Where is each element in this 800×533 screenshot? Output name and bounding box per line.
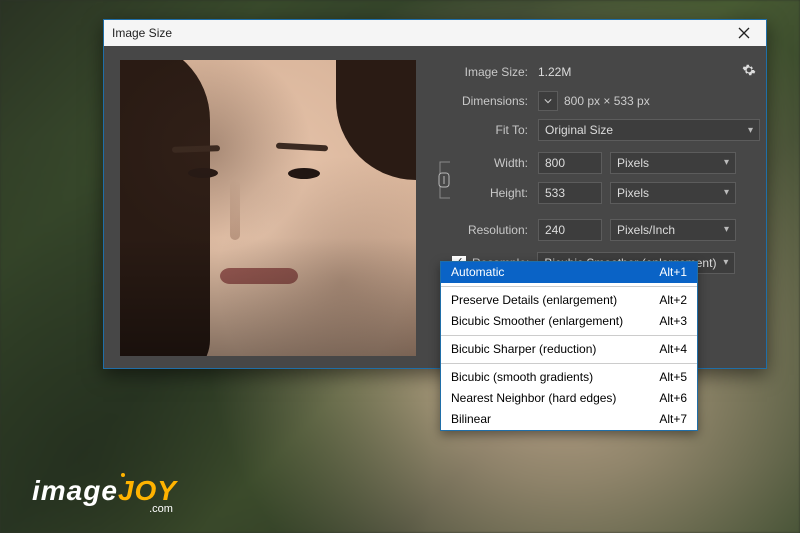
width-unit-select[interactable]: Pixels▾ <box>610 152 736 174</box>
resolution-input[interactable]: 240 <box>538 219 602 241</box>
image-preview <box>120 60 416 356</box>
watermark-logo: imageJOY .com <box>32 475 177 515</box>
dimensions-expand-button[interactable] <box>538 91 558 111</box>
option-label: Bicubic (smooth gradients) <box>451 370 593 385</box>
resample-option[interactable]: Preserve Details (enlargement) Alt+2 <box>441 290 697 311</box>
option-label: Preserve Details (enlargement) <box>451 293 617 308</box>
chevron-down-icon: ▾ <box>748 125 753 136</box>
resolution-unit-select[interactable]: Pixels/Inch▾ <box>610 219 736 241</box>
resample-option[interactable]: Bicubic Sharper (reduction) Alt+4 <box>441 339 697 360</box>
image-size-label: Image Size: <box>430 65 538 79</box>
option-shortcut: Alt+1 <box>659 265 687 280</box>
height-unit-select[interactable]: Pixels▾ <box>610 182 736 204</box>
option-label: Bilinear <box>451 412 491 427</box>
option-shortcut: Alt+2 <box>659 293 687 308</box>
gear-icon[interactable] <box>742 63 760 80</box>
chevron-down-icon: ▾ <box>723 257 728 268</box>
chevron-down-icon: ▾ <box>724 224 729 235</box>
dialog-titlebar[interactable]: Image Size <box>104 20 766 46</box>
option-shortcut: Alt+5 <box>659 370 687 385</box>
dimensions-value: 800 px × 533 px <box>564 94 650 108</box>
dropdown-separator <box>441 363 697 364</box>
option-label: Automatic <box>451 265 504 280</box>
close-icon[interactable] <box>730 22 758 44</box>
resample-dropdown: Automatic Alt+1 Preserve Details (enlargem… <box>440 261 698 431</box>
dropdown-separator <box>441 335 697 336</box>
option-label: Bicubic Sharper (reduction) <box>451 342 596 357</box>
resample-option[interactable]: Nearest Neighbor (hard edges) Alt+6 <box>441 388 697 409</box>
fit-to-label: Fit To: <box>430 123 538 137</box>
resample-option[interactable]: Bicubic Smoother (enlargement) Alt+3 <box>441 311 697 332</box>
option-shortcut: Alt+7 <box>659 412 687 427</box>
height-input[interactable]: 533 <box>538 182 602 204</box>
height-label: Height: <box>458 186 538 200</box>
constrain-link-icon[interactable] <box>430 152 458 208</box>
chevron-down-icon: ▾ <box>724 157 729 168</box>
resample-option[interactable]: Bicubic (smooth gradients) Alt+5 <box>441 367 697 388</box>
resample-option[interactable]: Bilinear Alt+7 <box>441 409 697 430</box>
dropdown-separator <box>441 286 697 287</box>
option-shortcut: Alt+6 <box>659 391 687 406</box>
width-input[interactable]: 800 <box>538 152 602 174</box>
option-label: Bicubic Smoother (enlargement) <box>451 314 623 329</box>
fit-to-value: Original Size <box>545 123 613 137</box>
option-label: Nearest Neighbor (hard edges) <box>451 391 616 406</box>
resample-option[interactable]: Automatic Alt+1 <box>441 262 697 283</box>
image-size-value: 1.22M <box>538 65 571 79</box>
dialog-title: Image Size <box>112 26 730 40</box>
chevron-down-icon: ▾ <box>724 187 729 198</box>
dimensions-label: Dimensions: <box>430 94 538 108</box>
option-shortcut: Alt+4 <box>659 342 687 357</box>
option-shortcut: Alt+3 <box>659 314 687 329</box>
width-label: Width: <box>458 156 538 170</box>
resolution-label: Resolution: <box>430 223 538 237</box>
fit-to-select[interactable]: Original Size ▾ <box>538 119 760 141</box>
